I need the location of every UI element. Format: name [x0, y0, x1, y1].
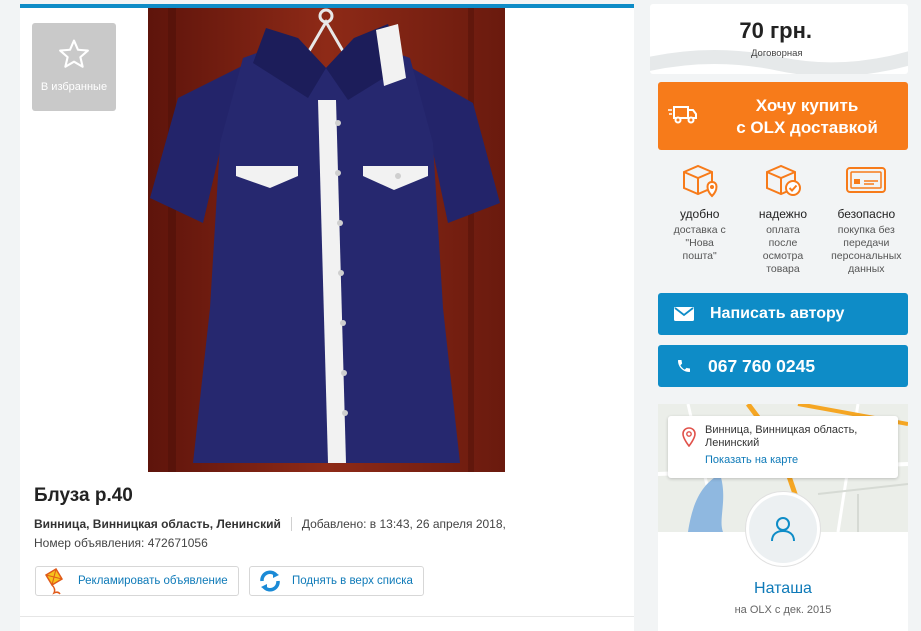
price-box: 70 грн. Договорная: [650, 4, 908, 74]
box-check-icon: [765, 164, 801, 196]
buy-with-delivery-button[interactable]: Хочу купить с OLX доставкой: [658, 82, 908, 150]
avatar-circle: [749, 495, 817, 563]
feature-reliable: надежно оплата после осмотра товара: [741, 160, 824, 278]
truck-icon: [668, 106, 697, 124]
envelope-icon: [674, 307, 694, 321]
user-icon: [771, 517, 795, 542]
buy-with-delivery-label: Хочу купить с OLX доставкой: [710, 95, 904, 139]
message-author-label: Написать автору: [710, 305, 845, 322]
box-location-icon: [682, 164, 718, 198]
listing-added-date: Добавлено: в 13:43, 26 апреля 2018,: [301, 517, 506, 531]
feature-safe: безопасно покупка без передачи персональ…: [825, 160, 908, 278]
listing-location: Винница, Винницкая область, Ленинский: [34, 517, 281, 531]
favorites-label: В избранные: [40, 81, 108, 93]
seller-name[interactable]: Наташа: [658, 580, 908, 598]
promote-ad-button[interactable]: Рекламировать объявление: [35, 566, 239, 596]
feature-title: безопасно: [837, 207, 896, 221]
meta-divider: [290, 517, 292, 531]
promote-ad-label: Рекламировать объявление: [78, 575, 228, 587]
feature-desc: оплата после осмотра товара: [762, 224, 804, 275]
map-address: Винница, Винницкая область, Ленинский: [705, 424, 858, 449]
kite-icon: [44, 567, 64, 595]
seller-since: на OLX с дек. 2015: [734, 604, 832, 616]
phone-icon: [678, 360, 690, 372]
price-negotiable: Договорная: [751, 48, 803, 59]
feature-title: удобно: [679, 207, 720, 221]
buy-line-1: Хочу купить: [755, 96, 859, 115]
map-address-card: Винница, Винницкая область, Ленинский По…: [668, 416, 898, 478]
raise-ad-button[interactable]: Поднять в верх списка: [249, 566, 424, 596]
phone-number: 067 760 0245: [708, 355, 816, 376]
card-divider: [20, 616, 634, 617]
listing-title: Блуза р.40: [34, 485, 133, 506]
feature-desc: доставка с "Нова пошта": [673, 224, 726, 262]
blouse-image: [148, 8, 505, 472]
feature-desc: покупка без передачи персональных данных: [831, 224, 902, 275]
price-value: 70 грн.: [739, 18, 812, 43]
feature-title: надежно: [758, 207, 808, 221]
seller-avatar[interactable]: [745, 491, 821, 567]
delivery-features: удобно доставка с "Нова пошта" надежно о…: [658, 160, 908, 278]
listing-card: В избранные Блуза р.40 Винница, Винницка…: [20, 4, 634, 631]
location-pin-icon: [682, 427, 696, 447]
buy-line-2: с OLX доставкой: [736, 118, 878, 137]
listing-photo[interactable]: [148, 8, 505, 472]
listing-meta: Винница, Винницкая область, Ленинский До…: [34, 517, 506, 531]
card-icon: [846, 167, 887, 193]
add-to-favorites-button[interactable]: В избранные: [32, 23, 116, 111]
star-icon: [59, 39, 89, 68]
show-phone-button[interactable]: 067 760 0245: [658, 345, 908, 387]
listing-ad-number: Номер объявления: 472671056: [34, 536, 208, 550]
feature-convenient: удобно доставка с "Нова пошта": [658, 160, 741, 278]
refresh-icon: [260, 570, 280, 592]
raise-ad-label: Поднять в верх списка: [292, 575, 413, 587]
show-on-map-link[interactable]: Показать на карте: [705, 454, 798, 466]
message-author-button[interactable]: Написать автору: [658, 293, 908, 335]
